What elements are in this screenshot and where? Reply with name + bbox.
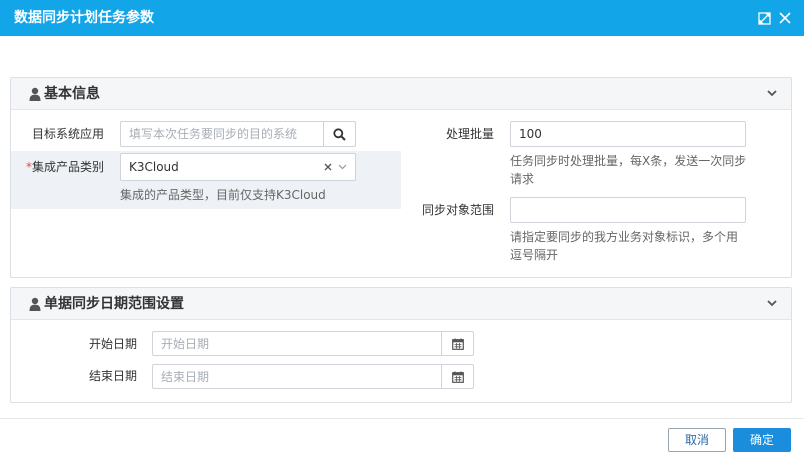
calendar-icon	[451, 338, 464, 350]
dialog-title: 数据同步计划任务参数	[14, 10, 154, 26]
batch-size-help: 任务同步时处理批量，每X条，发送一次同步 请求	[510, 152, 790, 188]
user-icon	[29, 297, 41, 311]
basic-info-title: 基本信息	[44, 86, 100, 102]
search-button[interactable]	[323, 121, 356, 147]
sync-scope-label: 同步对象范围	[421, 203, 494, 217]
batch-size-help-line1: 任务同步时处理批量，每X条，发送一次同步	[510, 154, 747, 168]
date-range-title: 单据同步日期范围设置	[44, 296, 184, 312]
target-app-input[interactable]	[120, 121, 324, 147]
chevron-down-icon[interactable]	[338, 164, 347, 170]
clear-icon[interactable]	[324, 163, 332, 171]
calendar-icon	[451, 371, 464, 383]
product-category-help: 集成的产品类型，目前仅支持K3Cloud	[120, 188, 326, 202]
target-app-label: 目标系统应用	[31, 127, 104, 141]
batch-size-label: 处理批量	[445, 127, 494, 141]
chevron-down-icon[interactable]	[765, 296, 779, 310]
cancel-button[interactable]: 取消	[668, 428, 726, 452]
start-date-label: 开始日期	[88, 337, 137, 351]
close-icon[interactable]	[776, 9, 794, 27]
user-icon	[29, 87, 41, 101]
product-category-select[interactable]: K3Cloud	[120, 153, 356, 181]
sync-scope-input[interactable]	[510, 197, 746, 223]
product-category-label: *集成产品类别	[20, 160, 104, 174]
sync-scope-help: 请指定要同步的我方业务对象标识，多个用 逗号隔开	[510, 228, 790, 264]
search-icon	[333, 127, 346, 141]
date-range-header[interactable]: 单据同步日期范围设置	[11, 288, 791, 320]
batch-size-input[interactable]	[510, 121, 746, 147]
basic-info-header[interactable]: 基本信息	[11, 78, 791, 110]
end-date-label: 结束日期	[88, 369, 137, 383]
start-date-input[interactable]	[152, 331, 443, 356]
sync-scope-help-line2: 逗号隔开	[510, 248, 559, 262]
product-category-label-text: 集成产品类别	[31, 160, 104, 174]
chevron-down-icon[interactable]	[765, 86, 779, 100]
start-date-calendar-button[interactable]	[441, 331, 474, 356]
dialog-titlebar: 数据同步计划任务参数	[0, 0, 804, 36]
footer-divider	[0, 418, 804, 419]
sync-scope-help-line1: 请指定要同步的我方业务对象标识，多个用	[510, 230, 739, 244]
confirm-button[interactable]: 确定	[733, 428, 791, 452]
end-date-calendar-button[interactable]	[441, 364, 474, 389]
end-date-input[interactable]	[152, 364, 443, 389]
maximize-icon[interactable]	[755, 9, 773, 27]
product-category-value: K3Cloud	[129, 160, 179, 174]
batch-size-help-line2: 请求	[510, 172, 535, 186]
